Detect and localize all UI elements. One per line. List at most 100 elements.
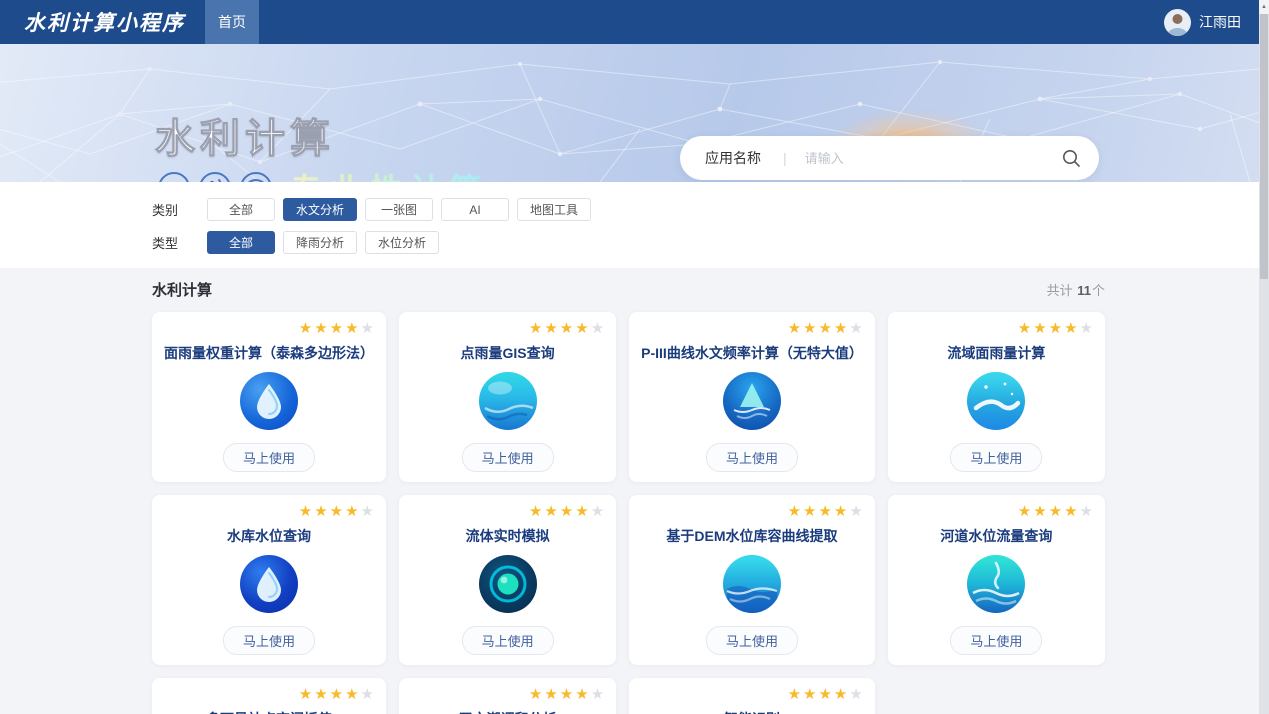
app-card[interactable]: ★★★★★点雨量GIS查询马上使用 [399, 312, 616, 482]
filter-option[interactable]: 一张图 [365, 198, 433, 221]
app-icon-wrap [411, 555, 604, 613]
rating-stars: ★★★★★ [164, 321, 374, 337]
star-icon: ★ [299, 687, 312, 703]
nav-tab-home[interactable]: 首页 [205, 0, 259, 44]
filter-option[interactable]: 水文分析 [283, 198, 357, 221]
use-now-button[interactable]: 马上使用 [462, 626, 554, 655]
app-card-grid: ★★★★★面雨量权重计算（泰森多边形法）马上使用★★★★★点雨量GIS查询马上使… [152, 312, 1105, 714]
rating-stars: ★★★★★ [900, 321, 1093, 337]
person-icon [1164, 9, 1191, 36]
section-title: 水利计算 [152, 279, 212, 300]
use-now-button[interactable]: 马上使用 [223, 443, 315, 472]
use-now-button[interactable]: 马上使用 [223, 626, 315, 655]
user-menu[interactable]: 江雨田 [1164, 9, 1269, 36]
app-card[interactable]: ★★★★★ 河道水位流量查询马上使用 [888, 495, 1105, 665]
card-title: 基于DEM水位库容曲线提取 [641, 526, 863, 546]
rating-stars: ★★★★★ [411, 321, 604, 337]
app-card[interactable]: ★★★★★P-III曲线水文频率计算（无特大值）马上使用 [629, 312, 875, 482]
star-icon: ★ [1033, 321, 1046, 337]
star-icon: ★ [299, 504, 312, 520]
app-card[interactable]: ★★★★★天文潮调和分析马上使用 [399, 678, 616, 714]
app-card[interactable]: ★★★★★ 面雨量权重计算（泰森多边形法） 马上使用 [152, 312, 386, 482]
filter-option[interactable]: 水位分析 [365, 231, 439, 254]
star-icon: ★ [529, 504, 542, 520]
use-button-wrap: 马上使用 [641, 626, 863, 655]
app-card[interactable]: ★★★★★智能识别马上使用 [629, 678, 875, 714]
wink-face-icon [198, 171, 232, 182]
filter-row: 类别全部水文分析一张图AI地图工具 [152, 198, 1269, 221]
card-title: 天文潮调和分析 [411, 709, 604, 714]
water-drop-icon [240, 372, 298, 430]
search-divider: | [783, 150, 787, 166]
calm-face-icon [239, 171, 273, 182]
star-icon: ★ [560, 687, 573, 703]
app-card[interactable]: ★★★★★ 流域面雨量计算马上使用 [888, 312, 1105, 482]
card-title: 水库水位查询 [164, 526, 374, 546]
card-title: 多雨量站点空间插值 [164, 709, 374, 714]
star-icon: ★ [361, 504, 374, 520]
filter-options: 全部水文分析一张图 AI 地图工具 [207, 198, 591, 221]
star-icon: ★ [1064, 504, 1077, 520]
star-icon: ★ [849, 504, 862, 520]
star-icon: ★ [299, 321, 312, 337]
water-waves-icon [723, 555, 781, 613]
star-icon: ★ [1080, 504, 1093, 520]
rating-stars: ★★★★★ [900, 504, 1093, 520]
use-now-button[interactable]: 马上使用 [950, 626, 1042, 655]
star-icon: ★ [544, 321, 557, 337]
hero-subtitle: 专业性计算 [290, 165, 490, 182]
star-icon: ★ [314, 687, 327, 703]
star-icon: ★ [560, 321, 573, 337]
star-icon: ★ [818, 321, 831, 337]
use-button-wrap: 马上使用 [641, 443, 863, 472]
star-icon: ★ [803, 687, 816, 703]
star-icon: ★ [788, 321, 801, 337]
filter-section: 类别全部水文分析一张图AI地图工具类型全部降雨分析水位分析 [0, 182, 1269, 268]
fluid-rings-icon [479, 555, 537, 613]
search-icon[interactable] [1061, 148, 1081, 168]
filter-option[interactable]: 全部 [207, 198, 275, 221]
filter-option[interactable]: 地图工具 [517, 198, 591, 221]
star-icon: ★ [361, 321, 374, 337]
star-icon: ★ [591, 687, 604, 703]
app-card[interactable]: ★★★★★流体实时模拟马上使用 [399, 495, 616, 665]
card-title: 流体实时模拟 [411, 526, 604, 546]
star-icon: ★ [803, 504, 816, 520]
rating-stars: ★★★★★ [641, 504, 863, 520]
scrollbar-track[interactable]: ▲ [1259, 0, 1269, 714]
wave-swirl-icon [967, 372, 1025, 430]
filter-option[interactable]: 降雨分析 [283, 231, 357, 254]
star-icon: ★ [834, 504, 847, 520]
star-icon: ★ [818, 504, 831, 520]
card-title: 流域面雨量计算 [900, 343, 1093, 363]
star-icon: ★ [330, 321, 343, 337]
use-now-button[interactable]: 马上使用 [706, 626, 798, 655]
rating-stars: ★★★★★ [164, 687, 374, 703]
use-now-button[interactable]: 马上使用 [706, 443, 798, 472]
main-content: 水利计算 共计 11个 ★★★★★面雨量权重计算（泰森多边形法）马上使用★★★★… [0, 268, 1117, 714]
star-icon: ★ [314, 321, 327, 337]
search-bar: 应用名称 | [680, 136, 1099, 180]
card-title: 智能识别 [641, 709, 863, 714]
app-screen: 水利计算小程序 首页 江雨田 [0, 0, 1269, 714]
star-icon: ★ [361, 687, 374, 703]
app-card[interactable]: ★★★★★ 基于DEM水位库容曲线提取马上使用 [629, 495, 875, 665]
scrollbar-up-arrow[interactable]: ▲ [1259, 0, 1269, 14]
star-icon: ★ [834, 321, 847, 337]
star-icon: ★ [575, 504, 588, 520]
filter-option[interactable]: 全部 [207, 231, 275, 254]
card-title: 河道水位流量查询 [900, 526, 1093, 546]
scrollbar-thumb[interactable] [1260, 14, 1268, 279]
app-card[interactable]: ★★★★★多雨量站点空间插值马上使用 [152, 678, 386, 714]
use-now-button[interactable]: 马上使用 [950, 443, 1042, 472]
app-card[interactable]: ★★★★★水库水位查询马上使用 [152, 495, 386, 665]
use-button-wrap: 马上使用 [411, 626, 604, 655]
use-now-button[interactable]: 马上使用 [462, 443, 554, 472]
section-header: 水利计算 共计 11个 [152, 279, 1105, 300]
card-title: 面雨量权重计算（泰森多边形法） [164, 343, 374, 363]
search-input[interactable] [805, 151, 1061, 166]
star-icon: ★ [575, 321, 588, 337]
water-splash-icon [967, 555, 1025, 613]
smiley-face-icon [157, 171, 191, 182]
filter-option[interactable]: AI [441, 198, 509, 221]
